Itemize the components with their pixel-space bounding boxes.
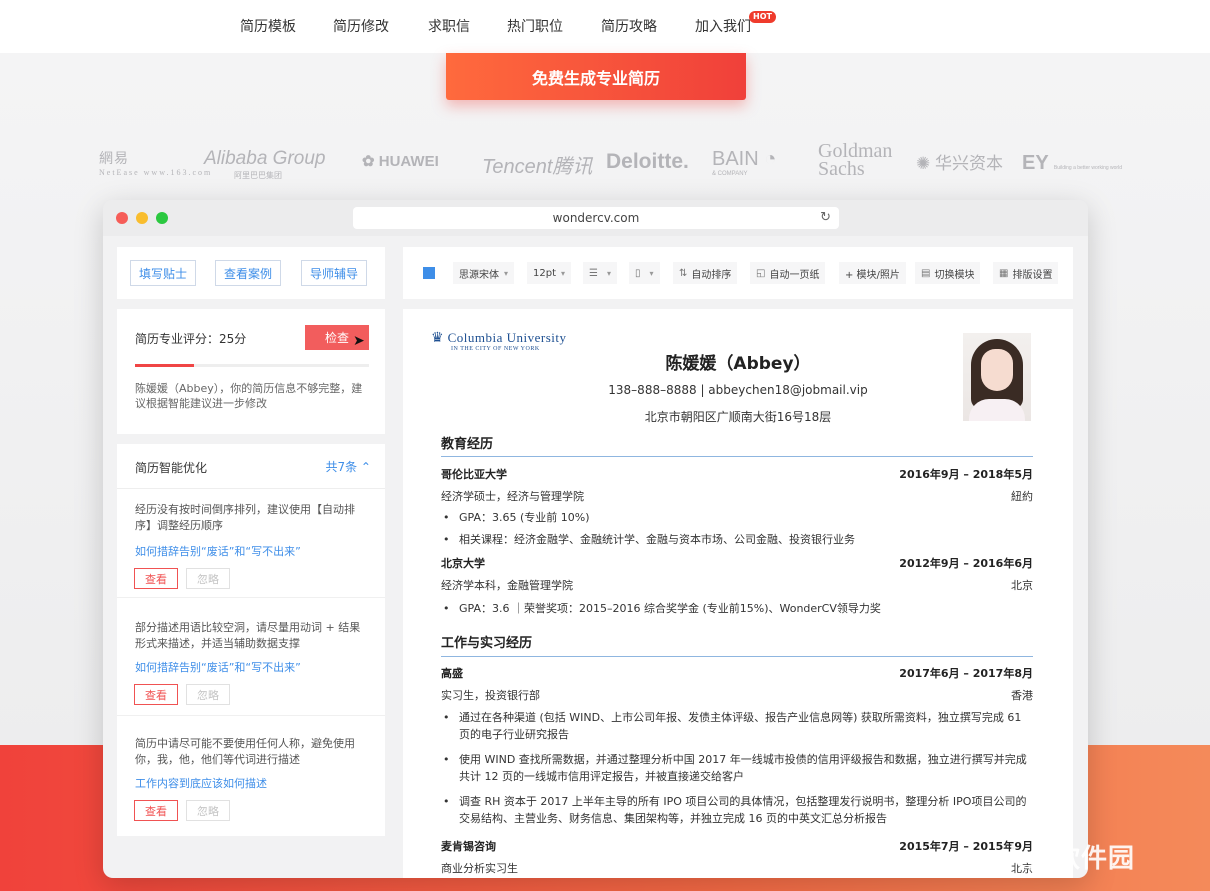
score-progress-track	[135, 364, 369, 367]
maximize-window-icon[interactable]	[156, 212, 168, 224]
ignore-button[interactable]: 忽略	[186, 684, 230, 705]
optimize-tip: 部分描述用语比较空洞，请尽量用动词 + 结果形式来描述，并适当辅助数据支撑 如何…	[117, 606, 385, 716]
tip-text: 经历没有按时间倒序排列，建议使用【自动排序】调整经历顺序	[135, 503, 355, 532]
auto-sort-button[interactable]: ⇅ 自动排序	[673, 262, 738, 284]
cases-button[interactable]: 查看案例	[215, 260, 281, 286]
list-icon: ☰	[589, 267, 598, 279]
ignore-button[interactable]: 忽略	[186, 568, 230, 589]
font-size-select[interactable]: 12pt ▾	[527, 262, 572, 284]
score-description: 陈媛媛（Abbey），你的简历信息不够完整，建议根据智能建议进一步修改	[135, 382, 363, 410]
resume-bullet[interactable]: 使用 WIND 查找所需数据，并通过整理分析中国 2017 年一线城市投债的信用…	[441, 751, 1033, 785]
nav-item-cover-letter[interactable]: 求职信	[428, 16, 470, 36]
resume-bullet[interactable]: GPA：3.65 (专业前 10%)	[441, 509, 1033, 526]
page-fit-icon: ◱	[756, 267, 766, 279]
ignore-button[interactable]: 忽略	[186, 800, 230, 821]
browser-titlebar: wondercv.com ↻	[103, 200, 1088, 236]
mentor-button[interactable]: 导师辅导	[301, 260, 367, 286]
font-select[interactable]: 思源宋体 ▾	[453, 262, 515, 284]
logo-bain: BAIN ◔ & COMPANY	[712, 148, 777, 177]
section-divider	[441, 456, 1033, 457]
resume-name[interactable]: 陈媛媛（Abbey）	[403, 349, 1073, 374]
nav-item-revise[interactable]: 简历修改	[333, 16, 389, 36]
tip-text: 部分描述用语比较空洞，请尽量用动词 + 结果形式来描述，并适当辅助数据支撑	[135, 621, 361, 650]
editor-toolbar: 思源宋体 ▾ 12pt ▾ ☰ ▾ ▯ ▾ ⇅ 自动排序 ◱ 自动一页纸 + 模块/照片 ▤…	[403, 247, 1073, 299]
nav-item-guides[interactable]: 简历攻略	[601, 16, 657, 36]
work-section-title[interactable]: 工作与实习经历	[441, 632, 532, 651]
tip-link[interactable]: 如何措辞告别“废话”和“写不出来”	[135, 659, 301, 675]
score-title: 简历专业评分：25分	[135, 332, 247, 346]
view-button[interactable]: 查看	[134, 800, 178, 821]
score-progress-fill	[135, 364, 194, 367]
logo-tencent: Tencent腾讯	[482, 156, 593, 178]
score-card: 简历专业评分：25分 检查 ➤ 陈媛媛（Abbey），你的简历信息不够完整，建议…	[117, 309, 385, 434]
tip-text: 简历中请尽可能不要使用任何人称，避免使用你，我，他，他们等代词进行描述	[135, 737, 355, 766]
site-watermark: 人人软件园	[1000, 844, 1136, 874]
optimize-tip: 简历中请尽可能不要使用任何人称，避免使用你，我，他，他们等代词进行描述 工作内容…	[117, 724, 385, 836]
work-role[interactable]: 商业分析实习生 北京	[441, 860, 1033, 876]
logo-deloitte: Deloitte.	[606, 150, 689, 173]
partner-logos: 網易 NetEase www.163.com Alibaba Group 阿里巴巴集…	[96, 140, 1122, 184]
optimize-count-toggle[interactable]: 共7条 ⌃	[325, 458, 371, 475]
education-degree[interactable]: 经济学硕士，经济与管理学院 紐約	[441, 488, 1033, 504]
url-text: wondercv.com	[552, 211, 640, 225]
section-divider	[441, 656, 1033, 657]
resume-bullet[interactable]: 通过在各种渠道 (包括 WIND、上市公司年报、发债主体评级、报告产业信息网等)…	[441, 709, 1033, 743]
close-window-icon[interactable]	[116, 212, 128, 224]
resume-contact[interactable]: 138–888–8888 | abbeychen18@jobmail.vip	[403, 383, 1073, 397]
page-select[interactable]: ▯ ▾	[629, 262, 660, 284]
nav-item-join-us[interactable]: 加入我们	[695, 16, 751, 36]
logo-alibaba: Alibaba Group 阿里巴巴集团	[204, 148, 326, 180]
crown-icon: ♛	[431, 330, 444, 346]
work-role[interactable]: 实习生，投资银行部 香港	[441, 687, 1033, 703]
layout-settings-button[interactable]: ▦ 排版设置	[993, 262, 1059, 284]
view-button[interactable]: 查看	[134, 684, 178, 705]
resume-page: ♛ Columbia University IN THE CITY OF NEW …	[403, 309, 1073, 878]
education-degree[interactable]: 经济学本科，金融管理学院 北京	[441, 577, 1033, 593]
add-module-button[interactable]: + 模块/照片	[839, 262, 906, 284]
optimize-title: 简历智能优化	[135, 461, 208, 475]
reload-icon[interactable]: ↻	[820, 210, 831, 225]
logo-netease: 網易 NetEase www.163.com	[99, 152, 213, 177]
education-entry[interactable]: 哥伦比亚大学 2016年9月 – 2018年5月	[441, 466, 1033, 482]
logo-ey: EY Building a better working world	[1022, 152, 1122, 174]
work-entry[interactable]: 高盛 2017年6月 – 2017年8月	[441, 665, 1033, 681]
education-section-title[interactable]: 教育经历	[441, 433, 493, 452]
nav-item-templates[interactable]: 简历模板	[240, 16, 296, 36]
resume-bullet[interactable]: 相关课程：经济金融学、金融统计学、金融与资本市场、公司金融、投资银行业务	[441, 531, 1033, 548]
theme-color-swatch[interactable]	[423, 267, 435, 279]
tip-link[interactable]: 工作内容到底应该如何描述	[135, 775, 267, 791]
top-nav: 简历模板 简历修改 求职信 热门职位 简历攻略 加入我们 HOT	[0, 0, 1210, 53]
optimize-header: 简历智能优化 共7条 ⌃	[117, 444, 385, 489]
grid-icon: ▦	[999, 267, 1009, 279]
education-entry[interactable]: 北京大学 2012年9月 – 2016年6月	[441, 555, 1033, 571]
work-entry[interactable]: 麦肯锡咨询 2015年7月 – 2015年9月	[441, 838, 1033, 854]
resume-address[interactable]: 北京市朝阳区广顺南大街16号18层	[403, 408, 1073, 425]
document-icon: ▯	[635, 267, 641, 279]
line-spacing-select[interactable]: ☰ ▾	[583, 262, 617, 284]
address-bar[interactable]: wondercv.com ↻	[353, 207, 839, 229]
switch-module-button[interactable]: ▤ 切换模块	[915, 262, 981, 284]
logo-huawei: ✿ HUAWEI	[362, 153, 439, 170]
create-resume-button[interactable]: 免费生成专业简历	[446, 53, 746, 100]
logo-goldman-sachs: Goldman Sachs	[818, 140, 893, 180]
view-button[interactable]: 查看	[134, 568, 178, 589]
mouse-cursor-icon: ➤	[353, 333, 365, 349]
tip-link[interactable]: 如何措辞告别“废话”和“写不出来”	[135, 543, 301, 559]
resume-bullet[interactable]: 调查 RH 资本于 2017 上半年主导的所有 IPO 项目公司的具体情况，包括…	[441, 793, 1033, 827]
hot-badge: HOT	[749, 11, 776, 23]
optimize-card: 简历智能优化 共7条 ⌃ 经历没有按时间倒序排列，建议使用【自动排序】调整经历顺…	[117, 444, 385, 836]
tips-button[interactable]: 填写贴士	[130, 260, 196, 286]
sort-icon: ⇅	[679, 267, 688, 279]
switch-icon: ▤	[921, 267, 931, 279]
minimize-window-icon[interactable]	[136, 212, 148, 224]
tools-card: 填写贴士 查看案例 导师辅导	[117, 247, 385, 299]
nav-item-hot-jobs[interactable]: 热门职位	[507, 16, 563, 36]
resume-bullet[interactable]: GPA：3.6 ｜荣誉奖项：2015–2016 综合奖学金 (专业前15%)、W…	[441, 600, 1033, 617]
browser-window: wondercv.com ↻ 填写贴士 查看案例 导师辅导 简历专业评分：25分…	[103, 200, 1088, 878]
one-page-button[interactable]: ◱ 自动一页纸	[750, 262, 826, 284]
logo-huaxing: ✺ 华兴资本	[916, 154, 1003, 173]
optimize-tip: 经历没有按时间倒序排列，建议使用【自动排序】调整经历顺序 如何措辞告别“废话”和…	[117, 490, 385, 598]
